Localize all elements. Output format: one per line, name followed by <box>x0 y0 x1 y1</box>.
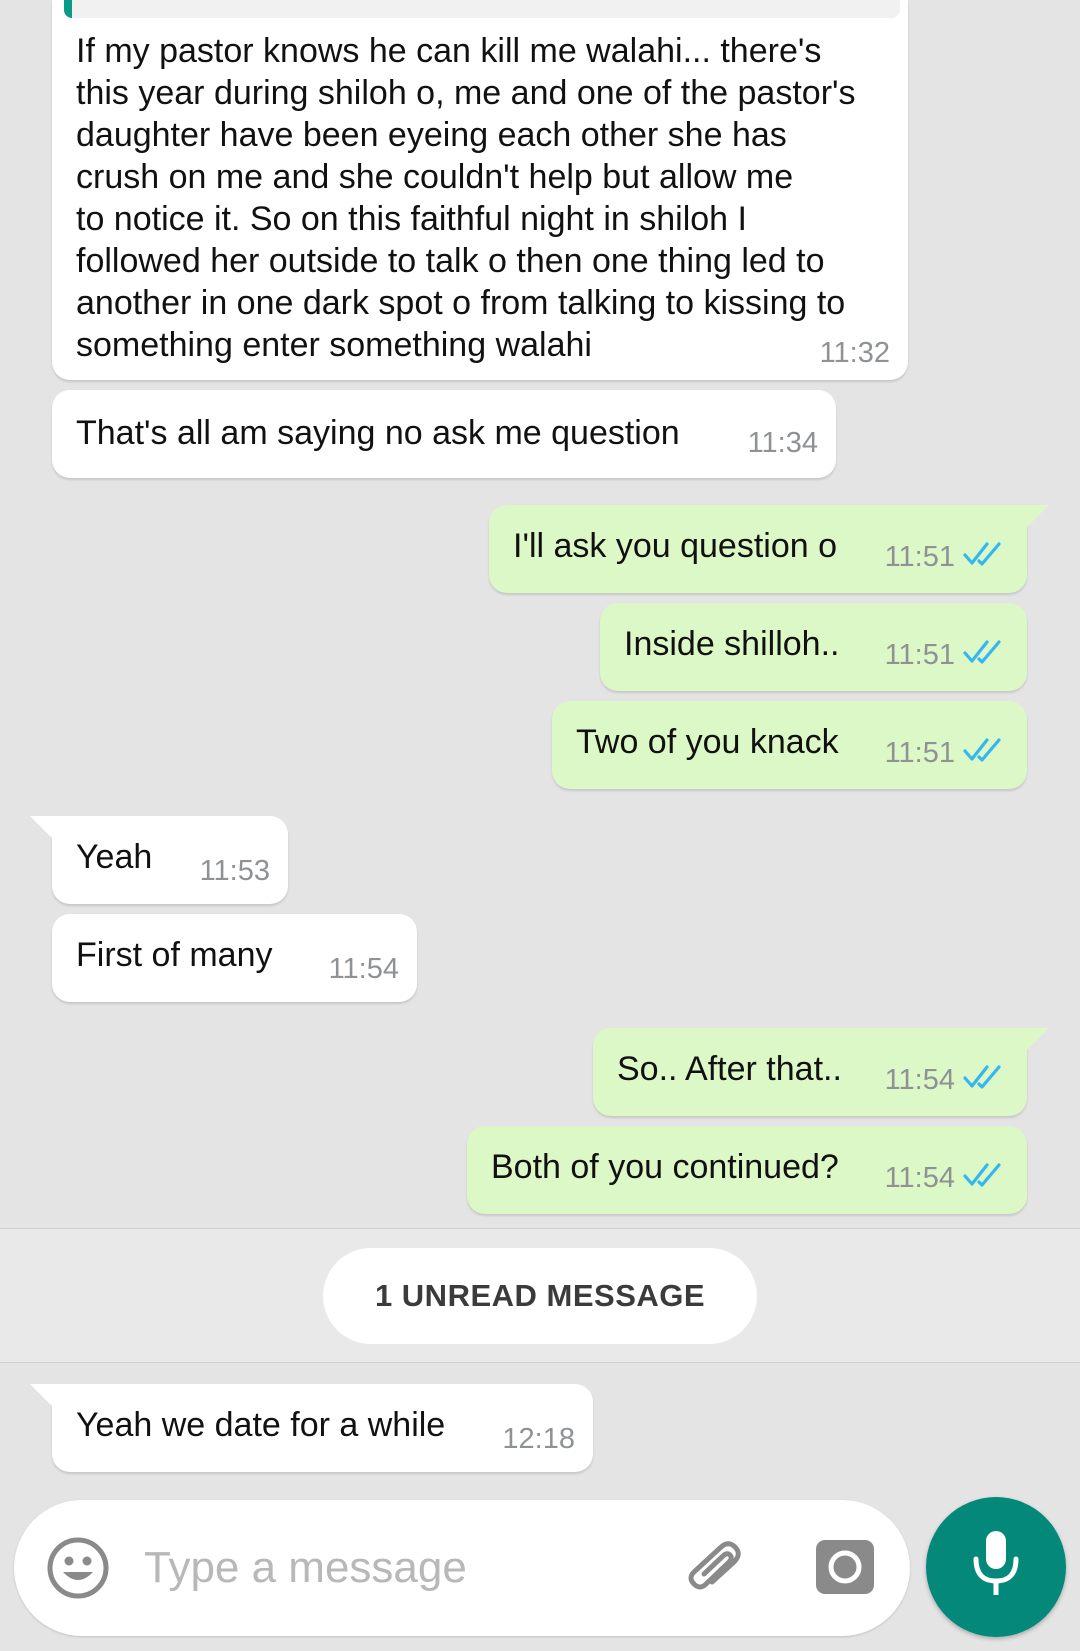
message-meta: 11:51 <box>885 737 1007 769</box>
message-text: Two of you knack <box>576 723 839 761</box>
message-time: 11:32 <box>819 337 890 369</box>
message-text: Both of you continued? <box>491 1148 839 1186</box>
message-meta: 11:32 <box>820 338 890 368</box>
double-check-icon <box>963 1162 1007 1194</box>
message-text: If my pastor knows he can kill me walahi… <box>76 32 856 364</box>
message-composer <box>14 1500 910 1636</box>
message-text: That's all am saying no ask me question <box>76 414 680 452</box>
double-check-icon <box>963 541 1007 573</box>
unread-divider: 1 UNREAD MESSAGE <box>0 1228 1080 1363</box>
message-meta: 11:54 <box>329 954 399 984</box>
smiley-icon[interactable] <box>46 1536 110 1605</box>
message-bubble-incoming[interactable]: That's all am saying no ask me question … <box>52 390 836 478</box>
message-text: First of many <box>76 936 273 974</box>
message-meta: 12:18 <box>502 1424 575 1454</box>
chat-screen: If my pastor knows he can kill me walahi… <box>0 0 1080 1651</box>
message-meta: 11:54 <box>885 1064 1007 1096</box>
message-text: Yeah <box>76 838 153 876</box>
quoted-reply-preview[interactable] <box>64 0 900 18</box>
message-text: I'll ask you question o <box>513 527 838 565</box>
message-meta: 11:54 <box>885 1162 1007 1194</box>
double-check-icon <box>963 1064 1007 1096</box>
message-time: 11:51 <box>884 541 955 573</box>
message-time: 11:54 <box>884 1162 955 1194</box>
message-bubble-outgoing[interactable]: Both of you continued? 11:54 <box>467 1126 1027 1214</box>
bubble-tail <box>1025 505 1049 529</box>
unread-messages-badge: 1 UNREAD MESSAGE <box>323 1248 757 1344</box>
message-meta: 11:51 <box>885 639 1007 671</box>
message-bubble-outgoing[interactable]: I'll ask you question o 11:51 <box>489 505 1049 593</box>
message-bubble-incoming[interactable]: If my pastor knows he can kill me walahi… <box>52 0 908 380</box>
message-time: 11:34 <box>747 427 818 459</box>
message-text: Yeah we date for a while <box>76 1406 446 1444</box>
message-input[interactable] <box>144 1540 644 1596</box>
camera-icon[interactable] <box>814 1536 876 1603</box>
double-check-icon <box>963 639 1007 671</box>
message-text: Inside shilloh.. <box>624 625 840 663</box>
message-time: 11:51 <box>884 639 955 671</box>
message-bubble-outgoing[interactable]: Two of you knack 11:51 <box>552 701 1027 789</box>
message-time: 11:54 <box>328 953 399 985</box>
microphone-button[interactable] <box>926 1497 1066 1637</box>
microphone-icon <box>971 1529 1021 1606</box>
message-bubble-incoming[interactable]: First of many 11:54 <box>52 914 417 1002</box>
message-meta: 11:34 <box>748 428 818 458</box>
message-bubble-incoming[interactable]: Yeah we date for a while 12:18 <box>30 1384 593 1472</box>
message-bubble-incoming[interactable]: Yeah 11:53 <box>30 816 288 904</box>
message-bubble-outgoing[interactable]: Inside shilloh.. 11:51 <box>600 603 1027 691</box>
message-time: 12:18 <box>502 1423 575 1455</box>
message-meta: 11:51 <box>885 541 1007 573</box>
message-time: 11:53 <box>199 855 270 887</box>
message-meta: 11:53 <box>200 856 270 886</box>
message-time: 11:51 <box>884 737 955 769</box>
paperclip-icon[interactable] <box>682 1534 750 1607</box>
message-text: So.. After that.. <box>617 1050 842 1088</box>
double-check-icon <box>963 737 1007 769</box>
message-time: 11:54 <box>884 1064 955 1096</box>
message-bubble-outgoing[interactable]: So.. After that.. 11:54 <box>593 1028 1049 1116</box>
bubble-tail <box>1025 1028 1049 1052</box>
